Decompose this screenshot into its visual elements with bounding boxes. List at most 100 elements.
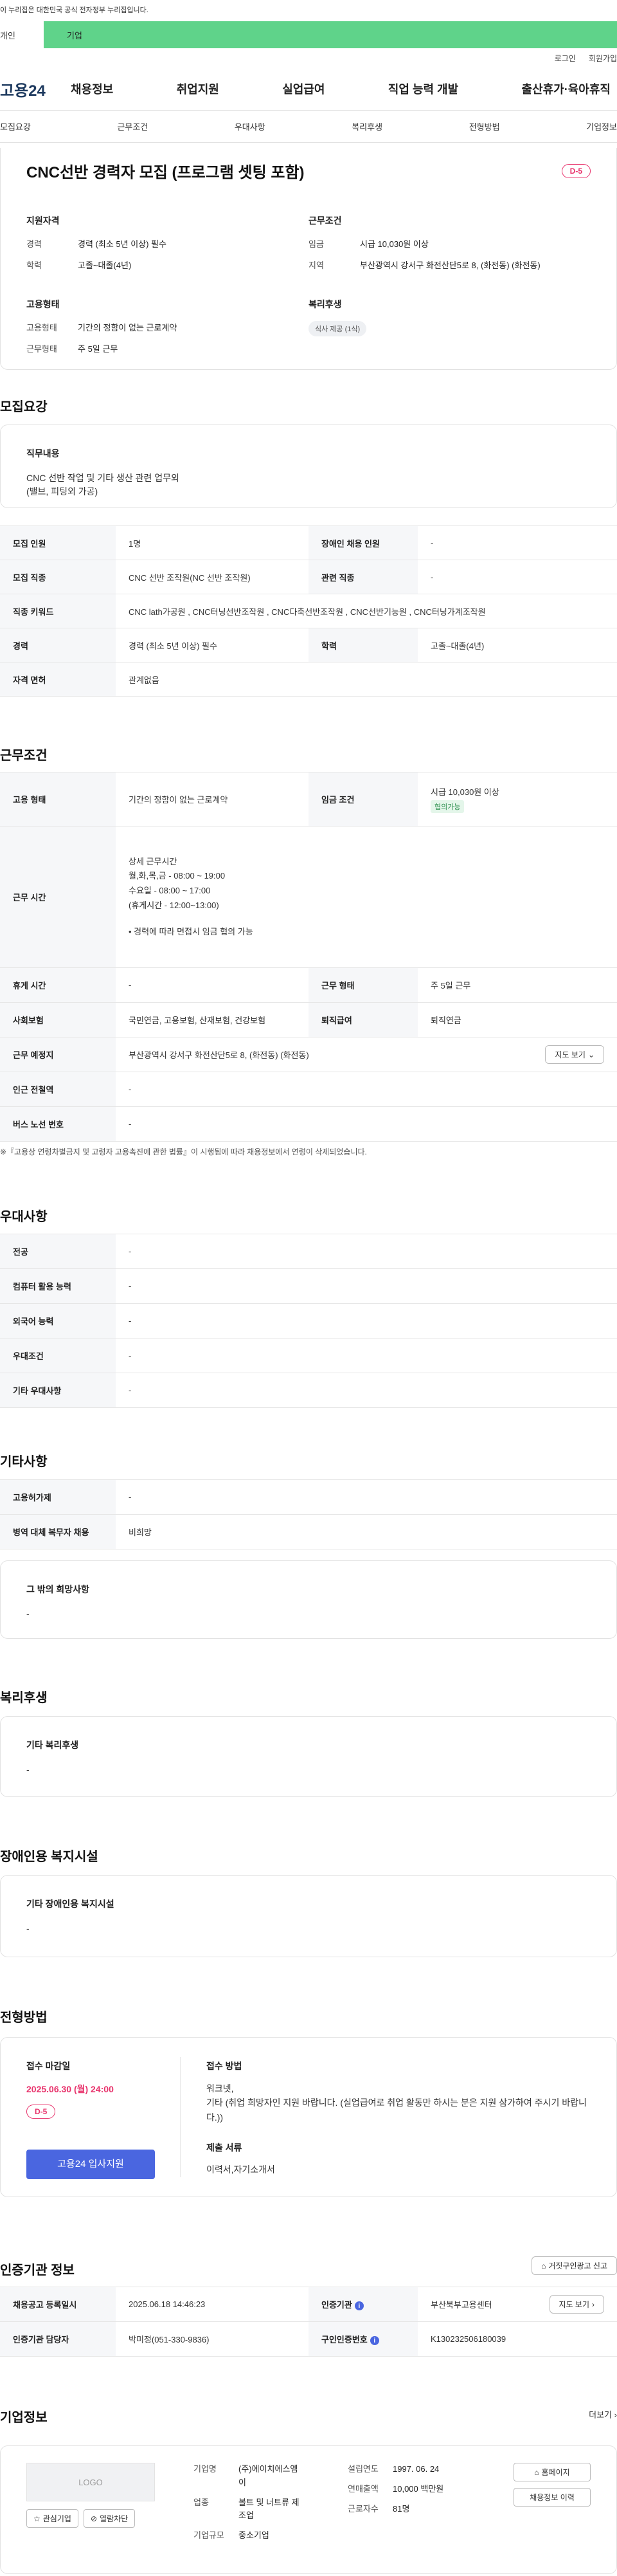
- report-fake-ad-button[interactable]: ⌂ 거짓구인광고 신고: [532, 2256, 617, 2275]
- table-header: 자격 면허: [0, 662, 116, 697]
- top-links: 로그인 회원가입: [0, 48, 617, 68]
- apply-button[interactable]: 고용24 입사지원: [26, 2150, 155, 2179]
- tab-welfare[interactable]: 복리후생: [352, 120, 382, 132]
- company-card: LOGO ☆ 관심기업 ⊘ 열람차단 기업명 (주)에이치에스엠 이 업종 볼트 및 너트…: [0, 2445, 617, 2574]
- hours-title: 상세 근무시간: [129, 856, 177, 866]
- job-title: CNC선반 경력자 모집 (프로그램 셋팅 포함): [26, 164, 305, 181]
- tab-selection[interactable]: 전형방법: [469, 120, 500, 132]
- other-wish-title: 그 밖의 희망사항: [26, 1584, 89, 1594]
- tab-work-conditions[interactable]: 근무조건: [117, 120, 148, 132]
- employment-section: 고용형태 고용형태 기간의 정함이 없는 근로계약 근무형태 주 5일 근무: [26, 298, 308, 363]
- hours-note: • 경력에 따라 면접시 임금 협의 가능: [129, 926, 253, 936]
- table-header: 모집 직종: [0, 560, 116, 594]
- job-history-button[interactable]: 채용정보 이력: [514, 2488, 591, 2507]
- table-row: 모집 인원 1명 장애인 채용 인원 -: [0, 525, 617, 560]
- duty-title: 직무내용: [26, 448, 60, 459]
- tab-company-info[interactable]: 기업정보: [586, 120, 617, 132]
- table-row: 인증기관 담당자 박미정(051-330-9836) 구인인증번호 i K1302…: [0, 2321, 617, 2357]
- table-header: 직종 키워드: [0, 594, 116, 628]
- cond-value: 부산광역시 강서구 화전산단5로 8, (화전동) (화전동): [360, 260, 541, 270]
- selection-dday-badge: D-5: [26, 2105, 56, 2119]
- table-cell: CNC 선반 조작원(NC 선반 조작원): [116, 560, 308, 594]
- table-header: 휴게 시간: [0, 967, 116, 1003]
- table-row: 고용허가제 -: [0, 1479, 617, 1515]
- wage-value: 시급 10,030원 이상: [431, 787, 499, 797]
- gov-banner: 이 누리집은 대한민국 공식 전자정부 누리집입니다.: [0, 0, 617, 21]
- industry-2: 조업: [238, 2510, 254, 2521]
- disability-section-title: 장애인용 복지시설: [0, 1850, 98, 1864]
- dday-badge: D-5: [561, 163, 591, 178]
- table-header: 근무 시간: [0, 826, 116, 968]
- info-icon[interactable]: i: [370, 2336, 379, 2346]
- join-link[interactable]: 회원가입: [589, 53, 617, 64]
- table-cell: -: [116, 1106, 617, 1142]
- deadline-value: 2025.06.30 (월) 24:00: [26, 2084, 114, 2094]
- sales-value: 10,000 백만원: [393, 2483, 444, 2494]
- table-header: 컴퓨터 활용 능력: [0, 1268, 116, 1304]
- gnb-item-jobs[interactable]: 채용정보: [71, 80, 113, 97]
- table-cell: -: [116, 967, 308, 1003]
- company-key: 업종: [193, 2497, 209, 2507]
- gnb-menu: 채용정보 취업지원 실업급여 직업 능력 개발 출산휴가·육아휴직: [71, 80, 617, 97]
- agency-map-button[interactable]: 지도 보기 ›: [549, 2295, 604, 2314]
- work-section-title: 근무조건: [0, 749, 48, 763]
- qual-value: 고졸~대졸(4년): [78, 260, 132, 270]
- company-more-link[interactable]: 더보기 ›: [589, 2408, 617, 2420]
- gov-banner-text: 이 누리집은 대한민국 공식 전자정부 누리집입니다.: [0, 6, 148, 14]
- table-cell: -: [418, 525, 617, 560]
- disability-box-value: -: [26, 1923, 30, 1933]
- table-row: 우대조건 -: [0, 1338, 617, 1373]
- gnb-item-unemployment-benefit[interactable]: 실업급여: [282, 80, 325, 97]
- table-cell: 박미정(051-330-9836): [116, 2321, 308, 2357]
- gnb-item-employment-support[interactable]: 취업지원: [177, 80, 219, 97]
- global-nav: 고용24 채용정보 취업지원 실업급여 직업 능력 개발 출산휴가·육아휴직: [0, 68, 617, 111]
- table-cell: -: [116, 1479, 617, 1515]
- table-row: 근무 예정지 부산광역시 강서구 화전산단5로 8, (화전동) (화전동) 지…: [0, 1037, 617, 1072]
- welfare-summary-section: 복리후생 식사 제공 (1식): [308, 298, 591, 363]
- deadline-panel: 접수 마감일 2025.06.30 (월) 24:00 D-5 고용24 입사지…: [1, 2057, 181, 2179]
- homepage-button[interactable]: ⌂ 홈페이지: [514, 2463, 591, 2481]
- company-key: 기업규모: [193, 2530, 224, 2541]
- table-cell: -: [116, 1338, 617, 1373]
- table-cell: -: [116, 1268, 617, 1304]
- favorite-company-button[interactable]: ☆ 관심기업: [26, 2509, 78, 2528]
- table-header: 채용공고 등록일시: [0, 2287, 116, 2322]
- info-icon[interactable]: i: [354, 2301, 364, 2311]
- cond-key: 지역: [308, 260, 324, 270]
- table-row: 병역 대체 복무자 채용 비희망: [0, 1514, 617, 1549]
- tab-personal[interactable]: 개인: [0, 21, 44, 48]
- table-row: 컴퓨터 활용 능력 -: [0, 1268, 617, 1304]
- table-row: 전공 -: [0, 1234, 617, 1269]
- tab-company[interactable]: 기업: [44, 21, 82, 48]
- company-name-2: 이: [238, 2477, 246, 2487]
- block-icon: ⊘: [90, 2514, 97, 2523]
- table-cell: 1명: [116, 525, 308, 560]
- negotiable-badge: 협의가능: [431, 800, 465, 813]
- conditions-heading: 근무조건: [308, 215, 342, 226]
- site-logo[interactable]: 고용24: [0, 78, 71, 100]
- disability-box-title: 기타 장애인용 복지시설: [26, 1899, 114, 1909]
- founded-value: 1997. 06. 24: [393, 2464, 440, 2474]
- qual-value: 경력 (최소 5년 이상) 필수: [78, 239, 166, 249]
- login-link[interactable]: 로그인: [555, 53, 576, 64]
- table-header: 버스 노선 번호: [0, 1106, 116, 1142]
- block-view-button[interactable]: ⊘ 열람차단: [83, 2509, 136, 2528]
- table-cell: 고졸~대졸(4년): [418, 628, 617, 662]
- table-row: 자격 면허 관계없음: [0, 662, 617, 697]
- table-header: 인증기관: [321, 2299, 352, 2310]
- staff-value: 81명: [393, 2503, 410, 2514]
- tab-preference[interactable]: 우대사항: [235, 120, 265, 132]
- table-header: 장애인 채용 인원: [308, 525, 418, 560]
- welfare-box: 기타 복리후생 -: [0, 1716, 617, 1797]
- table-cell: CNC lath가공원 , CNC터닝선반조작원 , CNC다축선반조작원 , …: [116, 594, 617, 628]
- gnb-item-skill-development[interactable]: 직업 능력 개발: [388, 80, 458, 97]
- job-summary-card: CNC선반 경력자 모집 (프로그램 셋팅 포함) D-5 지원자격 경력 경력 …: [0, 148, 617, 370]
- gnb-item-parental-leave[interactable]: 출산휴가·육아휴직: [522, 80, 611, 97]
- company-section-title: 기업정보: [0, 2411, 48, 2425]
- qual-key: 경력: [26, 239, 42, 249]
- table-header: 고용 형태: [0, 772, 116, 827]
- map-button[interactable]: 지도 보기 ⌄: [545, 1045, 604, 1064]
- section-tabs: 모집요강 근무조건 우대사항 복리후생 전형방법 기업정보: [0, 111, 617, 143]
- method-panel: 접수 방법 워크넷, 기타 (취업 희망자인 지원 바랍니다. (실업급여로 취…: [181, 2038, 616, 2197]
- tab-recruit[interactable]: 모집요강: [0, 120, 31, 132]
